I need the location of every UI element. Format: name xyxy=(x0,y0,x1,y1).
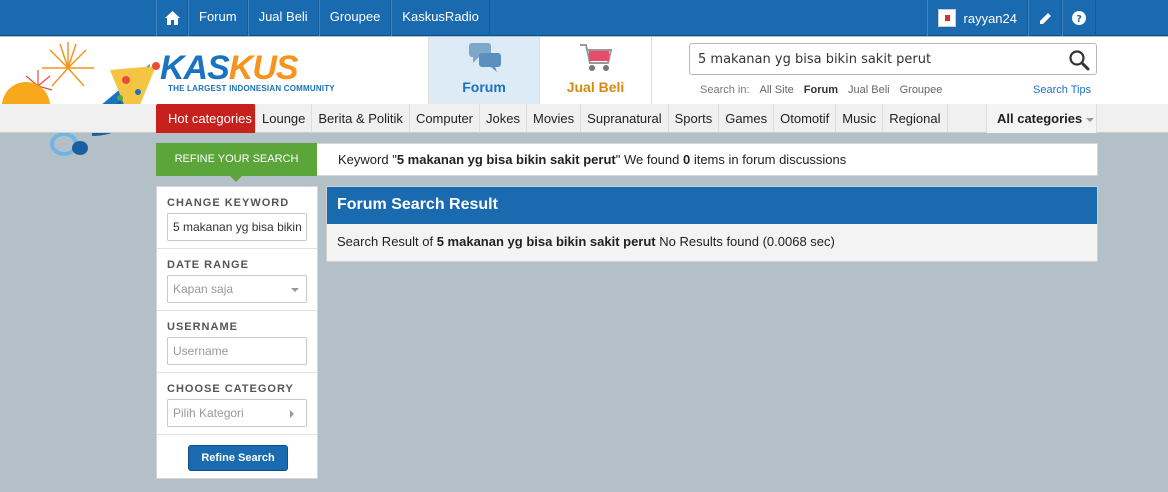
chevron-right-icon xyxy=(290,410,294,418)
category-otomotif[interactable]: Otomotif xyxy=(774,104,837,133)
topnav-forum-link[interactable]: Forum xyxy=(188,0,248,36)
user-profile-link[interactable]: rayyan24 xyxy=(926,0,1028,36)
choose-category-title: CHOOSE CATEGORY xyxy=(167,383,294,395)
refine-your-search-label: REFINE YOUR SEARCH xyxy=(156,143,317,182)
result-message: Search Result of 5 makanan yg bisa bikin… xyxy=(337,234,835,249)
category-jokes[interactable]: Jokes xyxy=(480,104,527,133)
category-section: CHOOSE CATEGORY Pilih Kategori xyxy=(157,373,317,435)
tab-forum[interactable]: Forum xyxy=(428,37,540,104)
category-supranatural[interactable]: Supranatural xyxy=(581,104,669,133)
summary-suffix: items in forum discussions xyxy=(690,152,847,167)
shopping-cart-icon xyxy=(580,44,613,71)
search-input[interactable] xyxy=(690,44,1050,74)
category-list: Hot categories Lounge Berita & Politik C… xyxy=(156,104,948,133)
chevron-down-icon xyxy=(1086,117,1095,122)
username-label: rayyan24 xyxy=(963,10,1017,26)
username-title: USERNAME xyxy=(167,321,238,333)
category-regional[interactable]: Regional xyxy=(883,104,948,133)
result-keyword: 5 makanan yg bisa bikin sakit perut xyxy=(436,234,656,249)
topnav-groupee-link[interactable]: Groupee xyxy=(318,0,392,36)
date-range-section: DATE RANGE Kapan saja xyxy=(157,249,317,311)
all-categories-dropdown[interactable]: All categories xyxy=(986,104,1097,133)
category-movies[interactable]: Movies xyxy=(527,104,582,133)
username-field xyxy=(167,337,307,365)
logo-wordmark: KASKUS xyxy=(160,49,299,87)
category-lounge[interactable]: Lounge xyxy=(256,104,313,133)
result-suffix: No Results found (0.0068 sec) xyxy=(655,234,835,249)
category-select[interactable]: Pilih Kategori xyxy=(167,399,307,427)
topnav-kaskusradio-link[interactable]: KaskusRadio xyxy=(391,0,490,36)
summary-prefix: Keyword " xyxy=(338,152,397,167)
search-box xyxy=(689,43,1097,75)
all-categories-label: All categories xyxy=(997,111,1083,126)
username-section: USERNAME xyxy=(157,311,317,373)
username-input[interactable] xyxy=(173,338,305,364)
top-nav: Forum Jual Beli Groupee KaskusRadio xyxy=(156,0,490,36)
date-range-value: Kapan saja xyxy=(173,282,234,296)
keyword-field xyxy=(167,213,307,241)
search-in-label: Search in: xyxy=(700,84,750,96)
refine-sidebar: CHANGE KEYWORD DATE RANGE Kapan saja USE… xyxy=(156,186,318,479)
kaskus-logo[interactable]: KASKUS THE LARGEST INDONESIAN COMMUNITY xyxy=(160,49,340,98)
result-prefix: Search Result of xyxy=(337,234,437,249)
search-scope-all-site[interactable]: All Site xyxy=(760,84,794,96)
category-games[interactable]: Games xyxy=(719,104,775,133)
home-button[interactable] xyxy=(156,0,188,36)
search-scope: Search in: All Site Forum Jual Beli Grou… xyxy=(700,84,942,96)
tab-jual-beli[interactable]: Jual Beli xyxy=(540,37,652,104)
home-icon xyxy=(164,11,180,25)
forum-chat-icon xyxy=(469,43,501,72)
change-keyword-title: CHANGE KEYWORD xyxy=(167,197,290,209)
search-scope-forum[interactable]: Forum xyxy=(804,84,838,96)
search-scope-groupee[interactable]: Groupee xyxy=(900,84,943,96)
help-button[interactable]: ? xyxy=(1062,0,1096,36)
avatar xyxy=(937,9,956,27)
tab-jual-beli-label: Jual Beli xyxy=(566,79,625,95)
category-sports[interactable]: Sports xyxy=(669,104,720,133)
refine-summary-bar: REFINE YOUR SEARCH Keyword "5 makanan yg… xyxy=(156,143,1098,182)
tab-forum-label: Forum xyxy=(462,79,506,95)
create-thread-button[interactable] xyxy=(1028,0,1062,36)
category-value: Pilih Kategori xyxy=(173,406,244,420)
refine-search-button[interactable]: Refine Search xyxy=(188,445,288,471)
keyword-input[interactable] xyxy=(173,214,305,240)
forum-search-result-panel: Forum Search Result Search Result of 5 m… xyxy=(326,186,1098,262)
search-tips-link[interactable]: Search Tips xyxy=(1033,84,1091,96)
summary-mid: " We found xyxy=(615,152,683,167)
user-menu: rayyan24 ? xyxy=(926,0,1096,36)
category-berita-politik[interactable]: Berita & Politik xyxy=(312,104,410,133)
topnav-jualbeli-link[interactable]: Jual Beli xyxy=(247,0,319,36)
search-scope-jual-beli[interactable]: Jual Beli xyxy=(848,84,890,96)
date-range-select[interactable]: Kapan saja xyxy=(167,275,307,303)
hot-categories-tab[interactable]: Hot categories xyxy=(156,104,256,133)
change-keyword-section: CHANGE KEYWORD xyxy=(157,187,317,249)
help-icon: ? xyxy=(1072,11,1086,25)
category-computer[interactable]: Computer xyxy=(410,104,481,133)
summary-keyword: 5 makanan yg bisa bikin sakit perut xyxy=(396,152,616,167)
category-music[interactable]: Music xyxy=(836,104,884,133)
search-icon[interactable] xyxy=(1068,49,1090,71)
result-title: Forum Search Result xyxy=(327,187,1097,224)
date-range-title: DATE RANGE xyxy=(167,259,249,271)
search-summary: Keyword "5 makanan yg bisa bikin sakit p… xyxy=(338,144,846,175)
logo-tagline: THE LARGEST INDONESIAN COMMUNITY xyxy=(168,84,335,93)
fireworks-decoration-icon xyxy=(2,42,160,156)
svg-text:?: ? xyxy=(1076,14,1082,25)
pencil-icon xyxy=(1039,12,1051,24)
chevron-down-icon xyxy=(291,288,299,292)
